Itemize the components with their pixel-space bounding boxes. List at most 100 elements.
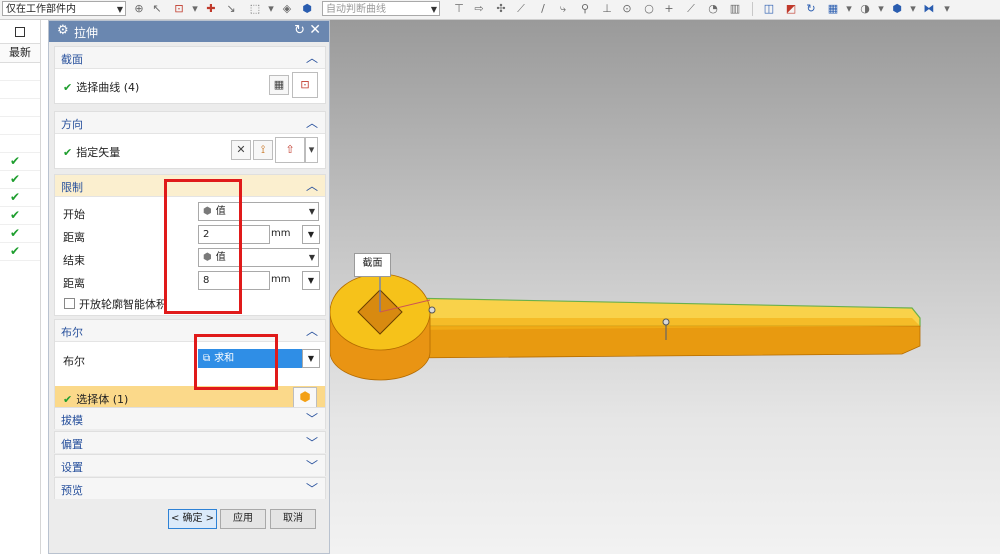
arrow-icon[interactable]: ↘ (224, 2, 238, 16)
box-select-icon[interactable]: ⬚ (248, 2, 262, 16)
snap-bounded-icon[interactable]: ▥ (728, 2, 742, 16)
column-header-latest[interactable]: 最新 (0, 44, 40, 63)
chevron-down-icon[interactable]: ﹀ (306, 434, 318, 451)
check-icon: ✔ (10, 208, 21, 222)
dropdown-arrow-icon[interactable]: ▾ (874, 2, 888, 16)
snap-icon[interactable]: ⊕ (132, 2, 146, 16)
navigator-row[interactable] (0, 81, 40, 99)
snap-curve-icon[interactable]: ⤷ (556, 2, 570, 16)
navigator-row[interactable] (0, 63, 40, 81)
section-handle-icon[interactable] (428, 306, 436, 314)
chevron-down-icon[interactable]: ﹀ (306, 480, 318, 497)
vector-dialog-icon[interactable]: ⟟ (253, 140, 273, 160)
chevron-down-icon: ▼ (308, 253, 315, 262)
draft-header[interactable]: 拔模 ﹀ (55, 408, 325, 429)
dropdown-arrow-icon[interactable]: ▾ (906, 2, 920, 16)
snap-center-icon[interactable]: ⊙ (620, 2, 634, 16)
navigator-row[interactable]: ✔ (0, 189, 40, 207)
navigator-header (0, 20, 40, 44)
dropdown-arrow-icon[interactable]: ▾ (188, 2, 202, 16)
snap-quadrant-icon[interactable]: ○ (642, 2, 656, 16)
offset-panel: 偏置 ﹀ (54, 431, 326, 453)
solid-icon[interactable]: ⬢ (300, 2, 314, 16)
apply-button[interactable]: 应用 (220, 509, 266, 529)
red-annotation-box-limits (164, 179, 242, 314)
reset-icon[interactable]: ↻ (294, 23, 305, 38)
preview-header[interactable]: 预览 ﹀ (55, 478, 325, 499)
boolean-header[interactable]: 布尔 ︿ (55, 320, 325, 342)
view-cube-icon[interactable]: ⬢ (890, 2, 904, 16)
select-body-icon[interactable]: ⬢ (293, 387, 317, 409)
chevron-up-icon[interactable]: ︿ (306, 49, 318, 66)
snap-tangent-icon[interactable]: / (536, 2, 550, 16)
drag-handle-icon[interactable] (662, 318, 670, 326)
select-edge-icon[interactable]: ⊡ (172, 2, 186, 16)
sketch-section-icon[interactable]: ▦ (269, 75, 289, 95)
layout-icon[interactable]: ▦ (826, 2, 840, 16)
add-icon[interactable]: ✚ (204, 2, 218, 16)
open-profile-checkbox[interactable] (64, 298, 75, 309)
render-style-icon[interactable]: ◑ (858, 2, 872, 16)
direction-header[interactable]: 方向 ︿ (55, 112, 325, 134)
chevron-down-icon[interactable]: ﹀ (306, 410, 318, 427)
distance-2-unit[interactable]: mm (271, 274, 290, 285)
chevron-up-icon[interactable]: ︿ (306, 322, 318, 339)
dropdown-arrow-icon[interactable]: ▾ (264, 2, 278, 16)
chevron-up-icon[interactable]: ︿ (306, 114, 318, 131)
settings-header[interactable]: 设置 ﹀ (55, 455, 325, 476)
chevron-down-icon[interactable]: ▾ (305, 137, 318, 163)
gear-icon[interactable]: ⚙ (57, 23, 69, 38)
unit-dropdown-arrow[interactable]: ▼ (302, 225, 320, 244)
specify-vector-row[interactable]: ✔ 指定矢量 (63, 144, 120, 160)
display-icon[interactable]: ⧓ (922, 2, 936, 16)
zoom-icon[interactable]: ◩ (784, 2, 798, 16)
dropdown-arrow-icon[interactable]: ▾ (940, 2, 954, 16)
navigator-row[interactable] (0, 99, 40, 117)
vector-type-icon[interactable]: ⇧ (275, 137, 305, 163)
graphics-viewport[interactable]: 截面 (330, 20, 1000, 554)
curve-select-icon[interactable]: ⊡ (292, 72, 318, 98)
settings-panel: 设置 ﹀ (54, 454, 326, 476)
navigator-row[interactable]: ✔ (0, 207, 40, 225)
section-header[interactable]: 截面 ︿ (55, 47, 325, 69)
selection-filter-dropdown[interactable]: 仅在工作部件内 ▼ (2, 1, 126, 16)
maximize-icon[interactable] (15, 27, 25, 37)
navigator-row[interactable]: ✔ (0, 153, 40, 171)
chevron-down-icon[interactable]: ﹀ (306, 457, 318, 474)
select-feature-icon[interactable]: ↖ (150, 2, 164, 16)
cancel-button[interactable]: 取消 (270, 509, 316, 529)
check-icon: ✔ (63, 81, 73, 94)
navigator-row[interactable]: ✔ (0, 171, 40, 189)
curve-rule-dropdown[interactable]: 自动判断曲线 ▼ (322, 1, 440, 16)
navigator-row[interactable]: ✔ (0, 225, 40, 243)
limits-header-label: 限制 (61, 181, 83, 194)
direction-panel: 方向 ︿ ✔ 指定矢量 ✕ ⟟ ⇧ ▾ (54, 111, 326, 169)
dropdown-arrow-icon[interactable]: ▾ (842, 2, 856, 16)
navigator-row[interactable]: ✔ (0, 243, 40, 261)
close-icon[interactable]: ✕ (309, 22, 321, 38)
navigator-row[interactable] (0, 117, 40, 135)
ok-button[interactable]: < 确定 > (168, 509, 217, 529)
chevron-up-icon[interactable]: ︿ (306, 177, 318, 194)
unit-dropdown-arrow[interactable]: ▼ (302, 271, 320, 290)
snap-online-icon[interactable]: ⟋ (684, 2, 698, 16)
part-navigator-strip: 最新 ✔ ✔ ✔ ✔ ✔ ✔ (0, 20, 41, 554)
snap-perpendicular-icon[interactable]: ⊥ (600, 2, 614, 16)
snap-point-icon[interactable]: + (662, 2, 676, 16)
boolean-dropdown-arrow[interactable]: ▼ (302, 349, 320, 368)
rotate-icon[interactable]: ↻ (804, 2, 818, 16)
distance-1-unit[interactable]: mm (271, 228, 290, 239)
snap-arrow-icon[interactable]: ⇨ (472, 2, 486, 16)
offset-header[interactable]: 偏置 ﹀ (55, 432, 325, 453)
snap-endpoint-icon[interactable]: ⊤ (452, 2, 466, 16)
snap-line-icon[interactable]: ⟋ (514, 2, 528, 16)
snap-intersect-icon[interactable]: ✣ (494, 2, 508, 16)
top-toolbar: 仅在工作部件内 ▼ ⊕ ↖ ⊡ ▾ ✚ ↘ ⬚ ▾ ◈ ⬢ 自动判断曲线 ▼ ⊤ ⇨… (0, 0, 1000, 20)
reverse-direction-icon[interactable]: ✕ (231, 140, 251, 160)
snap-face-icon[interactable]: ◔ (706, 2, 720, 16)
body-icon[interactable]: ◈ (280, 2, 294, 16)
select-curve-row[interactable]: ✔ 选择曲线 (4) (63, 79, 139, 95)
snap-midpoint-icon[interactable]: ⚲ (578, 2, 592, 16)
navigator-row[interactable] (0, 135, 40, 153)
fit-view-icon[interactable]: ◫ (762, 2, 776, 16)
